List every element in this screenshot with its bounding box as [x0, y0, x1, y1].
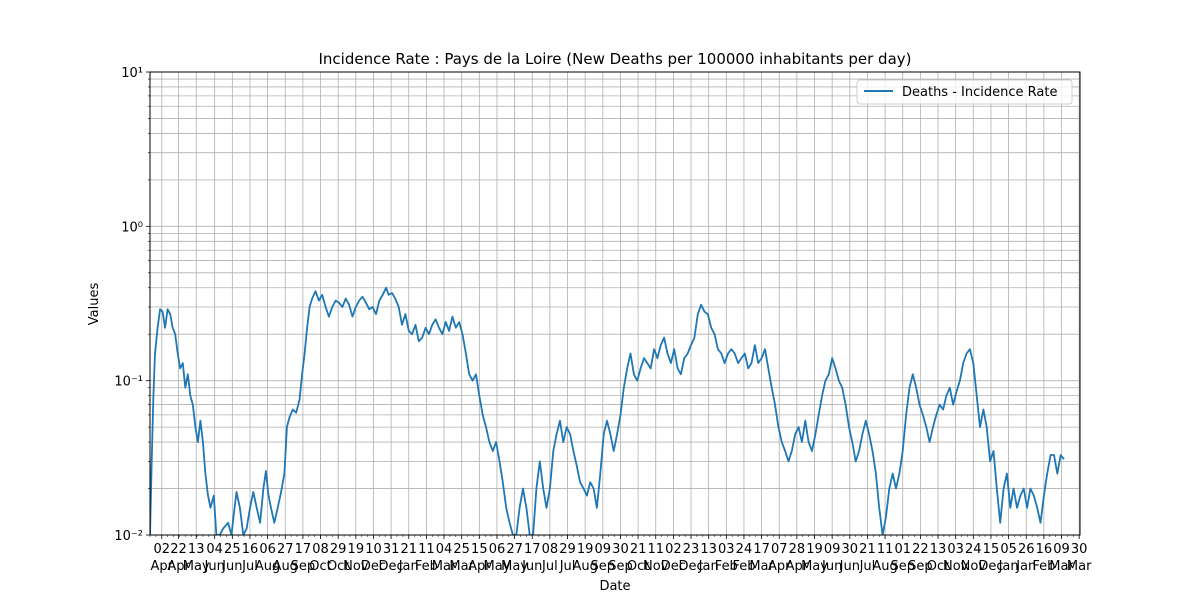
y-tick-label: 10⁻¹ [114, 375, 143, 390]
x-tick-day-label: 13 [188, 542, 205, 557]
x-tick-day-label: 19 [348, 542, 365, 557]
x-tick-day-label: 11 [418, 542, 435, 557]
x-tick-day-label: 31 [383, 542, 400, 557]
x-tick-day-label: 04 [436, 542, 453, 557]
x-tick-month-label: Jul [541, 559, 558, 574]
y-tick-label: 10¹ [121, 66, 143, 81]
x-tick-day-label: 15 [983, 542, 1000, 557]
x-tick-day-label: 07 [771, 542, 788, 557]
x-tick-day-label: 30 [1071, 542, 1088, 557]
x-tick-month-label: Jun [839, 559, 860, 574]
x-axis-label: Date [599, 579, 630, 594]
x-tick-month-label: Jun [521, 559, 542, 574]
y-tick-label: 10⁻² [114, 529, 143, 544]
x-tick-day-label: 09 [824, 542, 841, 557]
legend: Deaths - Incidence Rate [856, 79, 1073, 105]
legend-label: Deaths - Incidence Rate [902, 85, 1057, 100]
x-tick-day-label: 06 [489, 542, 506, 557]
x-tick-day-label: 19 [577, 542, 594, 557]
x-tick-day-label: 28 [789, 542, 806, 557]
x-tick-day-label: 16 [1036, 542, 1053, 557]
x-tick-day-label: 23 [683, 542, 700, 557]
x-tick-day-label: 17 [524, 542, 541, 557]
x-tick-day-label: 19 [806, 542, 823, 557]
x-tick-day-label: 25 [453, 542, 470, 557]
x-tick-month-label: Jun [221, 559, 242, 574]
x-tick-day-label: 30 [842, 542, 859, 557]
x-tick-day-label: 03 [718, 542, 735, 557]
x-tick-day-label: 21 [859, 542, 876, 557]
x-tick-day-label: 22 [170, 542, 187, 557]
x-tick-day-label: 24 [965, 542, 982, 557]
y-tick-label: 10⁰ [121, 220, 143, 235]
x-tick-month-label: Mar [1067, 559, 1092, 574]
y-axis-label: Values [87, 283, 102, 326]
x-tick-day-label: 06 [259, 542, 276, 557]
x-tick-day-label: 09 [1053, 542, 1070, 557]
x-tick-day-label: 03 [947, 542, 964, 557]
x-tick-day-label: 15 [471, 542, 488, 557]
x-tick-day-label: 24 [736, 542, 753, 557]
x-tick-day-label: 17 [295, 542, 312, 557]
x-tick-day-label: 04 [206, 542, 223, 557]
x-tick-day-label: 29 [559, 542, 576, 557]
x-tick-day-label: 16 [242, 542, 259, 557]
x-tick-day-label: 08 [542, 542, 559, 557]
x-tick-day-label: 17 [753, 542, 770, 557]
line-chart: 10⁻²10⁻¹10⁰10¹ 02Apr22Apr13May04Jun25Jun… [0, 0, 1200, 600]
x-tick-day-label: 27 [506, 542, 523, 557]
x-tick-day-label: 02 [665, 542, 682, 557]
x-tick-day-label: 13 [930, 542, 947, 557]
x-tick-day-label: 02 [153, 542, 170, 557]
x-tick-day-label: 29 [330, 542, 347, 557]
x-tick-day-label: 27 [277, 542, 294, 557]
x-tick-day-label: 30 [612, 542, 629, 557]
x-tick-day-label: 13 [700, 542, 717, 557]
x-tick-day-label: 10 [365, 542, 382, 557]
chart-figure: 10⁻² 10⁻¹ 10⁰ 10¹ 02 Apr 22 Apr 13 May 04 Jun 25 Jun… [0, 0, 1200, 600]
x-tick-day-label: 01 [894, 542, 911, 557]
x-tick-day-label: 25 [224, 542, 241, 557]
x-tick-day-label: 26 [1018, 542, 1035, 557]
x-tick-day-label: 11 [877, 542, 894, 557]
x-tick-day-label: 09 [595, 542, 612, 557]
x-tick-day-label: 22 [912, 542, 929, 557]
x-tick-day-label: 21 [630, 542, 647, 557]
x-tick-day-label: 21 [400, 542, 417, 557]
x-tick-day-label: 05 [1000, 542, 1017, 557]
x-tick-day-label: 08 [312, 542, 329, 557]
x-tick-day-label: 11 [647, 542, 664, 557]
chart-title: Incidence Rate : Pays de la Loire (New D… [319, 50, 912, 68]
